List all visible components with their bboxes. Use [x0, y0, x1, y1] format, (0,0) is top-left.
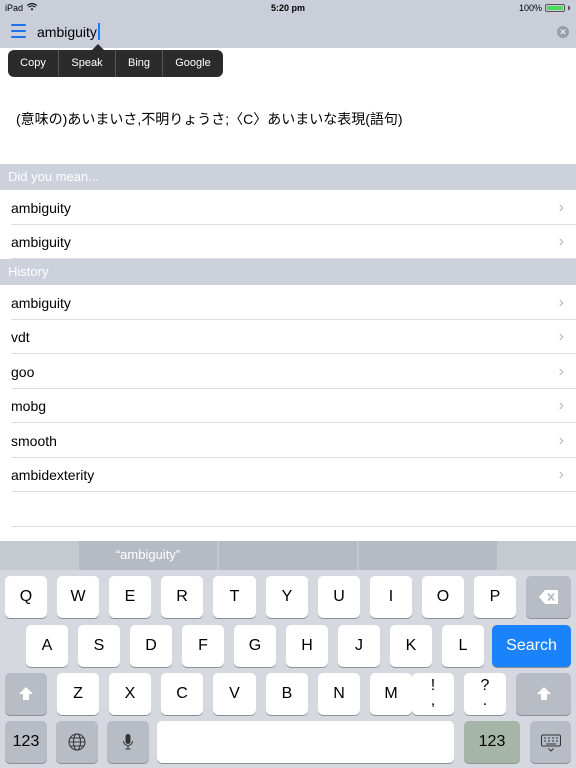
- shift-key-right[interactable]: [516, 673, 571, 715]
- keyboard: “ambiguity” Q W E R T Y U I O P A S D F …: [0, 541, 576, 768]
- key-w[interactable]: W: [57, 576, 99, 618]
- key-c[interactable]: C: [161, 673, 203, 715]
- chevron-right-icon: ›: [558, 294, 564, 311]
- history-item[interactable]: vdt ›: [0, 320, 576, 354]
- suggestion-item[interactable]: “ambiguity”: [79, 541, 217, 570]
- key-k[interactable]: K: [390, 625, 432, 667]
- chevron-right-icon: ›: [558, 233, 564, 250]
- chevron-right-icon: ›: [558, 466, 564, 483]
- suggestion-empty[interactable]: [219, 541, 357, 570]
- key-o[interactable]: O: [422, 576, 464, 618]
- key-h[interactable]: H: [286, 625, 328, 667]
- history-item[interactable]: goo ›: [0, 355, 576, 389]
- key-s[interactable]: S: [78, 625, 120, 667]
- status-right: 100%: [519, 3, 570, 13]
- battery-fill: [547, 6, 563, 10]
- chevron-right-icon: ›: [558, 328, 564, 345]
- status-time: 5:20 pm: [270, 3, 305, 13]
- key-p[interactable]: P: [474, 576, 516, 618]
- edit-popover-menu: Copy Speak Bing Google: [8, 50, 223, 77]
- numbers-key-left[interactable]: 123: [5, 721, 47, 763]
- definition-text: (意味の)あいまいさ,不明りょうさ;〈C〉あいまいな表現(語句): [16, 111, 403, 127]
- numbers-key-right[interactable]: 123: [464, 721, 520, 763]
- key-q[interactable]: Q: [5, 576, 47, 618]
- history-item-label: goo: [11, 364, 35, 380]
- history-item-label: vdt: [11, 329, 30, 345]
- history-item[interactable]: ambidexterity ›: [0, 458, 576, 492]
- key-comma-label: ,: [430, 692, 436, 709]
- battery-icon: [545, 4, 565, 12]
- keyboard-hide-icon: [540, 734, 561, 752]
- history-item-label: smooth: [11, 433, 57, 449]
- section-header-did-you-mean: Did you mean...: [0, 164, 576, 190]
- speak-button[interactable]: Speak: [59, 50, 116, 77]
- section-header-history: History: [0, 259, 576, 285]
- key-b[interactable]: B: [266, 673, 308, 715]
- search-query: ambiguity: [37, 23, 97, 40]
- chevron-right-icon: ›: [558, 199, 564, 216]
- list-item[interactable]: ambiguity ›: [0, 191, 576, 225]
- list-item[interactable]: ambiguity ›: [0, 225, 576, 259]
- history-item-label: mobg: [11, 398, 47, 414]
- chevron-right-icon: ›: [558, 397, 564, 414]
- history-item[interactable]: ambiguity ›: [0, 286, 576, 320]
- shift-icon: [536, 687, 551, 700]
- key-z[interactable]: Z: [57, 673, 99, 715]
- key-exclaim-label: !: [430, 677, 436, 694]
- chevron-right-icon: ›: [558, 432, 564, 449]
- chevron-right-icon: ›: [558, 363, 564, 380]
- key-l[interactable]: L: [442, 625, 484, 667]
- key-d[interactable]: D: [130, 625, 172, 667]
- text-caret: [97, 23, 100, 40]
- key-question-label: ?: [480, 677, 490, 694]
- bing-button[interactable]: Bing: [116, 50, 163, 77]
- search-input[interactable]: ambiguity: [37, 23, 100, 40]
- space-bar[interactable]: [157, 721, 454, 763]
- history-item[interactable]: smooth ›: [0, 424, 576, 458]
- key-r[interactable]: R: [161, 576, 203, 618]
- hide-keyboard-key[interactable]: [530, 721, 571, 763]
- suggestion-empty[interactable]: [359, 541, 497, 570]
- globe-key[interactable]: [56, 721, 98, 763]
- key-g[interactable]: G: [234, 625, 276, 667]
- backspace-icon: [538, 590, 558, 604]
- backspace-key[interactable]: [526, 576, 571, 618]
- key-exclaim-comma[interactable]: ! ,: [412, 673, 454, 715]
- clear-icon[interactable]: ✕: [557, 26, 569, 38]
- key-y[interactable]: Y: [266, 576, 308, 618]
- key-question-period[interactable]: ? .: [464, 673, 506, 715]
- google-button[interactable]: Google: [163, 50, 223, 77]
- key-i[interactable]: I: [370, 576, 412, 618]
- globe-icon: [68, 733, 86, 751]
- key-period-label: .: [482, 692, 488, 709]
- copy-button[interactable]: Copy: [8, 50, 59, 77]
- battery-tip: [568, 6, 570, 10]
- key-f[interactable]: F: [182, 625, 224, 667]
- history-item-label: ambiguity: [11, 295, 71, 311]
- empty-row: [0, 493, 576, 527]
- menu-icon[interactable]: [11, 24, 26, 38]
- search-header: ambiguity ✕: [0, 16, 576, 48]
- history-item[interactable]: mobg ›: [0, 389, 576, 423]
- list-item-label: ambiguity: [11, 234, 71, 250]
- dictation-key[interactable]: [107, 721, 149, 763]
- key-x[interactable]: X: [109, 673, 151, 715]
- key-m[interactable]: M: [370, 673, 412, 715]
- key-e[interactable]: E: [109, 576, 151, 618]
- key-t[interactable]: T: [213, 576, 256, 618]
- microphone-icon: [123, 734, 133, 750]
- status-bar: iPad 5:20 pm 100%: [0, 0, 576, 16]
- key-j[interactable]: J: [338, 625, 380, 667]
- key-u[interactable]: U: [318, 576, 360, 618]
- history-item-label: ambidexterity: [11, 467, 95, 483]
- key-v[interactable]: V: [213, 673, 256, 715]
- key-a[interactable]: A: [26, 625, 68, 667]
- list-item-label: ambiguity: [11, 200, 71, 216]
- search-key[interactable]: Search: [492, 625, 571, 667]
- shift-key-left[interactable]: [5, 673, 47, 715]
- battery-percent: 100%: [518, 3, 542, 13]
- shift-icon: [19, 687, 33, 700]
- suggestion-bar: “ambiguity”: [0, 541, 576, 570]
- key-n[interactable]: N: [318, 673, 360, 715]
